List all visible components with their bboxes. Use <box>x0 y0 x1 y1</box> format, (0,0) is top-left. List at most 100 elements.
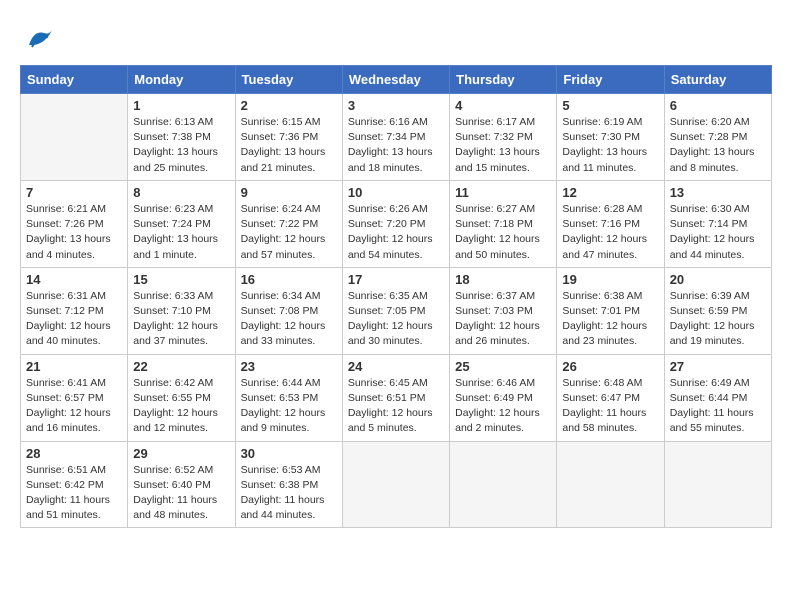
calendar-cell <box>342 441 449 528</box>
calendar-cell: 16 Sunrise: 6:34 AM Sunset: 7:08 PM Dayli… <box>235 267 342 354</box>
day-number: 25 <box>455 359 551 374</box>
day-info: Sunrise: 6:51 AM Sunset: 6:42 PM Dayligh… <box>26 463 122 524</box>
calendar-cell: 29 Sunrise: 6:52 AM Sunset: 6:40 PM Dayli… <box>128 441 235 528</box>
day-number: 27 <box>670 359 766 374</box>
day-number: 20 <box>670 272 766 287</box>
day-info: Sunrise: 6:45 AM Sunset: 6:51 PM Dayligh… <box>348 376 444 437</box>
day-info: Sunrise: 6:19 AM Sunset: 7:30 PM Dayligh… <box>562 115 658 176</box>
day-number: 3 <box>348 98 444 113</box>
day-number: 12 <box>562 185 658 200</box>
day-number: 26 <box>562 359 658 374</box>
day-number: 10 <box>348 185 444 200</box>
calendar-cell <box>21 94 128 181</box>
day-number: 14 <box>26 272 122 287</box>
weekday-header-row: SundayMondayTuesdayWednesdayThursdayFrid… <box>21 66 772 94</box>
calendar-week-row: 1Sunrise: 6:13 AM Sunset: 7:38 PM Daylig… <box>21 94 772 181</box>
weekday-header: Tuesday <box>235 66 342 94</box>
day-info: Sunrise: 6:31 AM Sunset: 7:12 PM Dayligh… <box>26 289 122 350</box>
calendar-cell: 21 Sunrise: 6:41 AM Sunset: 6:57 PM Dayli… <box>21 354 128 441</box>
weekday-header: Wednesday <box>342 66 449 94</box>
day-info: Sunrise: 6:15 AM Sunset: 7:36 PM Dayligh… <box>241 115 337 176</box>
calendar-cell: 9Sunrise: 6:24 AM Sunset: 7:22 PM Daylig… <box>235 180 342 267</box>
day-info: Sunrise: 6:17 AM Sunset: 7:32 PM Dayligh… <box>455 115 551 176</box>
day-info: Sunrise: 6:28 AM Sunset: 7:16 PM Dayligh… <box>562 202 658 263</box>
day-number: 16 <box>241 272 337 287</box>
calendar-cell: 5 Sunrise: 6:19 AM Sunset: 7:30 PM Daylig… <box>557 94 664 181</box>
day-info: Sunrise: 6:34 AM Sunset: 7:08 PM Dayligh… <box>241 289 337 350</box>
day-number: 7 <box>26 185 122 200</box>
calendar-week-row: 14 Sunrise: 6:31 AM Sunset: 7:12 PM Dayli… <box>21 267 772 354</box>
day-number: 15 <box>133 272 229 287</box>
day-info: Sunrise: 6:42 AM Sunset: 6:55 PM Dayligh… <box>133 376 229 437</box>
calendar-cell <box>664 441 771 528</box>
calendar-cell: 23 Sunrise: 6:44 AM Sunset: 6:53 PM Dayli… <box>235 354 342 441</box>
calendar-cell: 13 Sunrise: 6:30 AM Sunset: 7:14 PM Dayli… <box>664 180 771 267</box>
calendar-cell: 6 Sunrise: 6:20 AM Sunset: 7:28 PM Daylig… <box>664 94 771 181</box>
calendar-cell: 8 Sunrise: 6:23 AM Sunset: 7:24 PM Daylig… <box>128 180 235 267</box>
day-info: Sunrise: 6:20 AM Sunset: 7:28 PM Dayligh… <box>670 115 766 176</box>
calendar-cell: 30 Sunrise: 6:53 AM Sunset: 6:38 PM Dayli… <box>235 441 342 528</box>
calendar-week-row: 7 Sunrise: 6:21 AM Sunset: 7:26 PM Daylig… <box>21 180 772 267</box>
calendar-cell: 12 Sunrise: 6:28 AM Sunset: 7:16 PM Dayli… <box>557 180 664 267</box>
day-info: Sunrise: 6:21 AM Sunset: 7:26 PM Dayligh… <box>26 202 122 263</box>
day-info: Sunrise: 6:27 AM Sunset: 7:18 PM Dayligh… <box>455 202 551 263</box>
calendar-cell: 3 Sunrise: 6:16 AM Sunset: 7:34 PM Daylig… <box>342 94 449 181</box>
calendar-cell: 22 Sunrise: 6:42 AM Sunset: 6:55 PM Dayli… <box>128 354 235 441</box>
calendar-cell: 15 Sunrise: 6:33 AM Sunset: 7:10 PM Dayli… <box>128 267 235 354</box>
day-number: 5 <box>562 98 658 113</box>
day-info: Sunrise: 6:30 AM Sunset: 7:14 PM Dayligh… <box>670 202 766 263</box>
calendar-cell: 17Sunrise: 6:35 AM Sunset: 7:05 PM Dayli… <box>342 267 449 354</box>
day-number: 30 <box>241 446 337 461</box>
day-info: Sunrise: 6:52 AM Sunset: 6:40 PM Dayligh… <box>133 463 229 524</box>
day-number: 9 <box>241 185 337 200</box>
calendar-cell: 11 Sunrise: 6:27 AM Sunset: 7:18 PM Dayli… <box>450 180 557 267</box>
calendar-cell <box>450 441 557 528</box>
day-info: Sunrise: 6:44 AM Sunset: 6:53 PM Dayligh… <box>241 376 337 437</box>
weekday-header: Friday <box>557 66 664 94</box>
day-number: 19 <box>562 272 658 287</box>
calendar-week-row: 28Sunrise: 6:51 AM Sunset: 6:42 PM Dayli… <box>21 441 772 528</box>
day-info: Sunrise: 6:33 AM Sunset: 7:10 PM Dayligh… <box>133 289 229 350</box>
calendar-cell: 7 Sunrise: 6:21 AM Sunset: 7:26 PM Daylig… <box>21 180 128 267</box>
day-info: Sunrise: 6:23 AM Sunset: 7:24 PM Dayligh… <box>133 202 229 263</box>
day-number: 22 <box>133 359 229 374</box>
day-info: Sunrise: 6:46 AM Sunset: 6:49 PM Dayligh… <box>455 376 551 437</box>
calendar-cell: 10Sunrise: 6:26 AM Sunset: 7:20 PM Dayli… <box>342 180 449 267</box>
day-number: 29 <box>133 446 229 461</box>
day-number: 8 <box>133 185 229 200</box>
day-info: Sunrise: 6:48 AM Sunset: 6:47 PM Dayligh… <box>562 376 658 437</box>
day-number: 1 <box>133 98 229 113</box>
calendar-cell: 25 Sunrise: 6:46 AM Sunset: 6:49 PM Dayli… <box>450 354 557 441</box>
weekday-header: Thursday <box>450 66 557 94</box>
day-info: Sunrise: 6:35 AM Sunset: 7:05 PM Dayligh… <box>348 289 444 350</box>
day-number: 6 <box>670 98 766 113</box>
day-number: 18 <box>455 272 551 287</box>
calendar-cell: 26 Sunrise: 6:48 AM Sunset: 6:47 PM Dayli… <box>557 354 664 441</box>
page-header <box>20 20 772 55</box>
calendar-cell: 20 Sunrise: 6:39 AM Sunset: 6:59 PM Dayli… <box>664 267 771 354</box>
calendar-cell: 14 Sunrise: 6:31 AM Sunset: 7:12 PM Dayli… <box>21 267 128 354</box>
weekday-header: Sunday <box>21 66 128 94</box>
day-info: Sunrise: 6:41 AM Sunset: 6:57 PM Dayligh… <box>26 376 122 437</box>
day-number: 21 <box>26 359 122 374</box>
calendar-cell: 27 Sunrise: 6:49 AM Sunset: 6:44 PM Dayli… <box>664 354 771 441</box>
weekday-header: Monday <box>128 66 235 94</box>
calendar-cell <box>557 441 664 528</box>
day-info: Sunrise: 6:49 AM Sunset: 6:44 PM Dayligh… <box>670 376 766 437</box>
day-number: 23 <box>241 359 337 374</box>
logo <box>20 25 54 55</box>
day-number: 4 <box>455 98 551 113</box>
day-info: Sunrise: 6:16 AM Sunset: 7:34 PM Dayligh… <box>348 115 444 176</box>
calendar-cell: 19Sunrise: 6:38 AM Sunset: 7:01 PM Dayli… <box>557 267 664 354</box>
day-number: 13 <box>670 185 766 200</box>
calendar-week-row: 21 Sunrise: 6:41 AM Sunset: 6:57 PM Dayli… <box>21 354 772 441</box>
calendar-cell: 2Sunrise: 6:15 AM Sunset: 7:36 PM Daylig… <box>235 94 342 181</box>
day-number: 24 <box>348 359 444 374</box>
calendar-cell: 24 Sunrise: 6:45 AM Sunset: 6:51 PM Dayli… <box>342 354 449 441</box>
calendar-cell: 28Sunrise: 6:51 AM Sunset: 6:42 PM Dayli… <box>21 441 128 528</box>
day-info: Sunrise: 6:53 AM Sunset: 6:38 PM Dayligh… <box>241 463 337 524</box>
calendar-cell: 18Sunrise: 6:37 AM Sunset: 7:03 PM Dayli… <box>450 267 557 354</box>
logo-icon <box>24 25 54 55</box>
day-info: Sunrise: 6:39 AM Sunset: 6:59 PM Dayligh… <box>670 289 766 350</box>
day-number: 11 <box>455 185 551 200</box>
